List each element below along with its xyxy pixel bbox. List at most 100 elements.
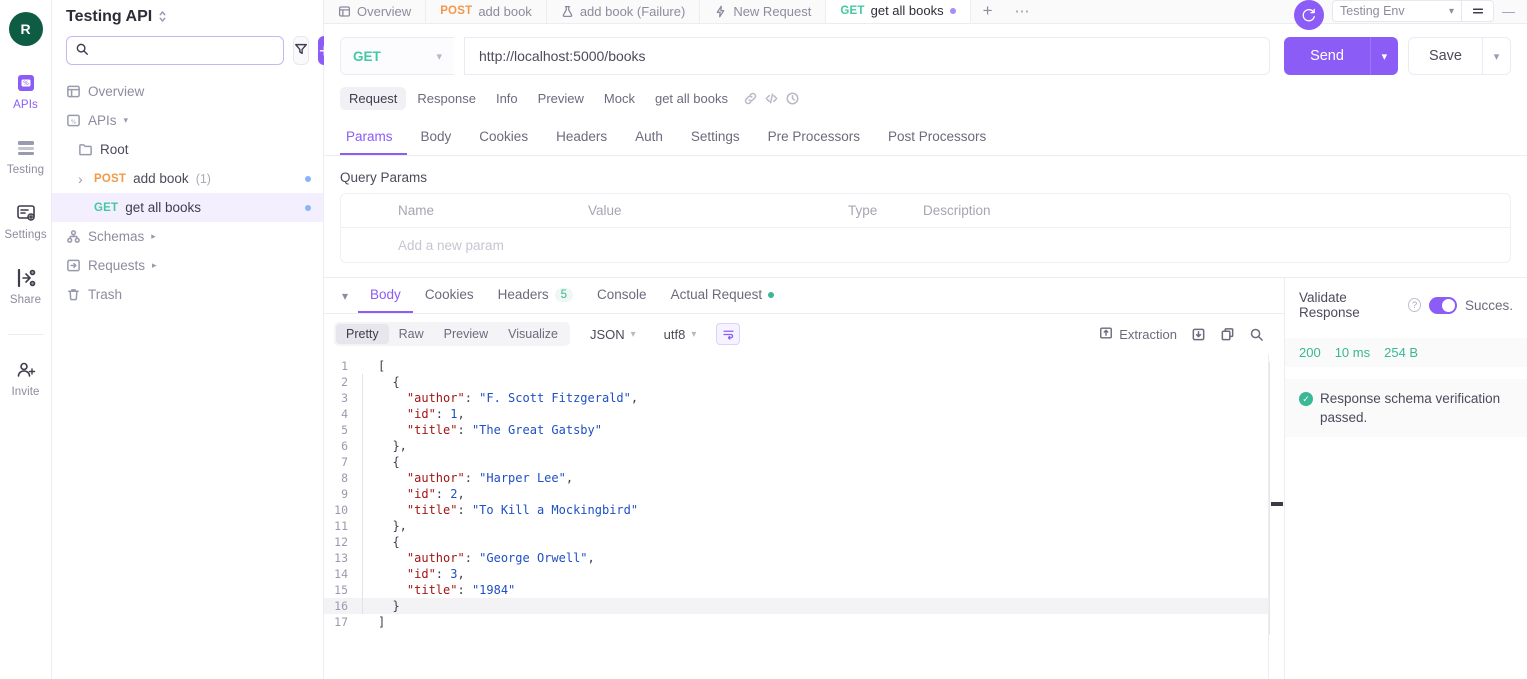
code-line: 14 "id": 3,	[324, 566, 1268, 582]
response-tab-console[interactable]: Console	[585, 278, 659, 313]
response-tab-body[interactable]: Body	[358, 278, 413, 313]
link-icon[interactable]	[743, 91, 758, 106]
environment-select[interactable]: Testing Env ▾	[1332, 0, 1462, 22]
tab-settings[interactable]: Settings	[677, 120, 754, 155]
search-button[interactable]	[1249, 327, 1264, 342]
validate-status-label: Succes.	[1464, 297, 1513, 313]
format-preview[interactable]: Preview	[434, 324, 498, 344]
method-badge-get: GET	[94, 201, 119, 214]
query-params-empty-row[interactable]: Add a new param	[341, 228, 1510, 262]
sidebar-item-overview[interactable]: Overview	[52, 77, 323, 106]
tab-add-book-failure[interactable]: add book (Failure)	[547, 0, 701, 23]
sidebar-item-add-book[interactable]: POST add book (1)	[52, 164, 323, 193]
environment-menu-button[interactable]	[1462, 0, 1494, 22]
copy-button[interactable]	[1220, 327, 1235, 342]
chevron-right-icon[interactable]	[78, 171, 87, 187]
pill-mock[interactable]: Mock	[595, 87, 644, 110]
tab-add-book[interactable]: POST add book	[426, 0, 547, 23]
search-box[interactable]	[66, 36, 284, 65]
save-options-button[interactable]: ▾	[1483, 37, 1511, 75]
rail-item-apis[interactable]: % APIs	[0, 72, 52, 111]
format-visualize[interactable]: Visualize	[498, 324, 568, 344]
sidebar-item-schemas[interactable]: Schemas	[52, 222, 323, 251]
send-options-button[interactable]: ▾	[1369, 37, 1398, 75]
filter-button[interactable]	[293, 36, 309, 65]
rail-item-invite[interactable]: Invite	[0, 359, 52, 398]
window-minimize-button[interactable]: —	[1494, 4, 1523, 19]
download-button[interactable]	[1191, 327, 1206, 342]
response-tab-cookies[interactable]: Cookies	[413, 278, 486, 313]
chevron-updown-icon[interactable]	[158, 10, 167, 25]
word-wrap-icon[interactable]	[716, 323, 741, 345]
invite-icon	[15, 359, 37, 381]
headers-count-badge: 5	[554, 287, 574, 302]
chevron-right-icon[interactable]	[152, 260, 161, 271]
save-button[interactable]: Save	[1407, 37, 1483, 75]
tab-overflow-button[interactable]: ⋯	[1005, 0, 1041, 23]
avatar[interactable]: R	[8, 12, 43, 46]
response-size: 254 B	[1384, 345, 1419, 360]
response-body-code[interactable]: 1[2 {3 "author": "F. Scott Fitzgerald", 4…	[324, 354, 1268, 679]
rail-label-testing: Testing	[6, 164, 45, 176]
search-input[interactable]	[95, 42, 275, 59]
validate-response-panel: Validate Response ? Succes. 200 10 ms 25…	[1284, 278, 1527, 679]
tab-auth[interactable]: Auth	[621, 120, 677, 155]
help-icon[interactable]: ?	[1408, 298, 1422, 312]
pill-response[interactable]: Response	[408, 87, 485, 110]
rail-item-share[interactable]: Share	[0, 267, 52, 306]
pill-request[interactable]: Request	[340, 87, 407, 110]
method-badge-post: POST	[440, 5, 473, 17]
url-input[interactable]: http://localhost:5000/books	[464, 37, 1271, 75]
tab-get-all-books[interactable]: GET get all books	[826, 0, 971, 23]
tab-overview[interactable]: Overview	[324, 0, 427, 23]
chevron-down-icon[interactable]: ▾	[124, 115, 133, 126]
tab-cookies[interactable]: Cookies	[465, 120, 542, 155]
content-type-select[interactable]: JSON ▾	[582, 324, 644, 345]
sidebar-item-requests[interactable]: Requests	[52, 251, 323, 280]
sidebar-item-apis[interactable]: % APIs ▾	[52, 106, 323, 135]
code-line: 8 "author": "Harper Lee",	[324, 470, 1268, 486]
code-icon[interactable]	[764, 91, 779, 106]
chevron-down-icon[interactable]: ▾	[332, 289, 358, 303]
svg-text:%: %	[71, 119, 77, 125]
format-pretty[interactable]: Pretty	[336, 324, 389, 344]
pill-preview[interactable]: Preview	[529, 87, 593, 110]
tab-post-processors[interactable]: Post Processors	[874, 120, 1000, 155]
send-button[interactable]: Send	[1284, 37, 1370, 75]
sync-icon[interactable]	[1294, 0, 1324, 30]
tab-headers[interactable]: Headers	[542, 120, 621, 155]
format-raw[interactable]: Raw	[389, 324, 434, 344]
pill-info[interactable]: Info	[487, 87, 527, 110]
tabbar-right-controls: Testing Env ▾ —	[1294, 0, 1527, 30]
line-number: 5	[341, 423, 348, 437]
encoding-select[interactable]: utf8 ▾	[656, 324, 705, 345]
tab-pre-processors[interactable]: Pre Processors	[754, 120, 874, 155]
rail-item-settings[interactable]: Settings	[0, 202, 52, 241]
response-tab-actual-request[interactable]: Actual Request	[659, 278, 787, 313]
sidebar-item-trash[interactable]: Trash	[52, 280, 323, 309]
validate-response-toggle[interactable]	[1429, 296, 1457, 314]
code-text: "title": "1984"	[378, 583, 516, 597]
scrollbar-thumb[interactable]	[1271, 502, 1283, 506]
add-new-param-placeholder: Add a new param	[398, 237, 504, 253]
content-type-value: JSON	[589, 326, 625, 342]
extraction-button[interactable]: Extraction	[1099, 326, 1177, 343]
new-tab-button[interactable]: +	[971, 0, 1005, 23]
chevron-right-icon[interactable]	[151, 231, 160, 242]
code-text: {	[378, 455, 400, 469]
sidebar-item-get-all-books[interactable]: GET get all books	[52, 193, 323, 222]
editor-scrollbar[interactable]	[1268, 354, 1284, 679]
response-tab-headers[interactable]: Headers 5	[486, 278, 585, 313]
tab-params[interactable]: Params	[340, 120, 407, 155]
history-icon[interactable]	[785, 91, 800, 106]
workspace-title[interactable]: Testing API	[52, 0, 323, 36]
tab-new-request[interactable]: New Request	[700, 0, 827, 23]
sidebar-count-add-book: (1)	[195, 171, 211, 186]
tab-body[interactable]: Body	[407, 120, 466, 155]
sidebar-item-root[interactable]: Root	[52, 135, 323, 164]
code-text: }	[378, 599, 400, 613]
response-body-editor[interactable]: 1[2 {3 "author": "F. Scott Fitzgerald", 4…	[324, 354, 1284, 679]
method-select[interactable]: GET ▾	[340, 37, 454, 75]
flask-icon	[561, 5, 574, 18]
rail-item-testing[interactable]: Testing	[0, 137, 52, 176]
